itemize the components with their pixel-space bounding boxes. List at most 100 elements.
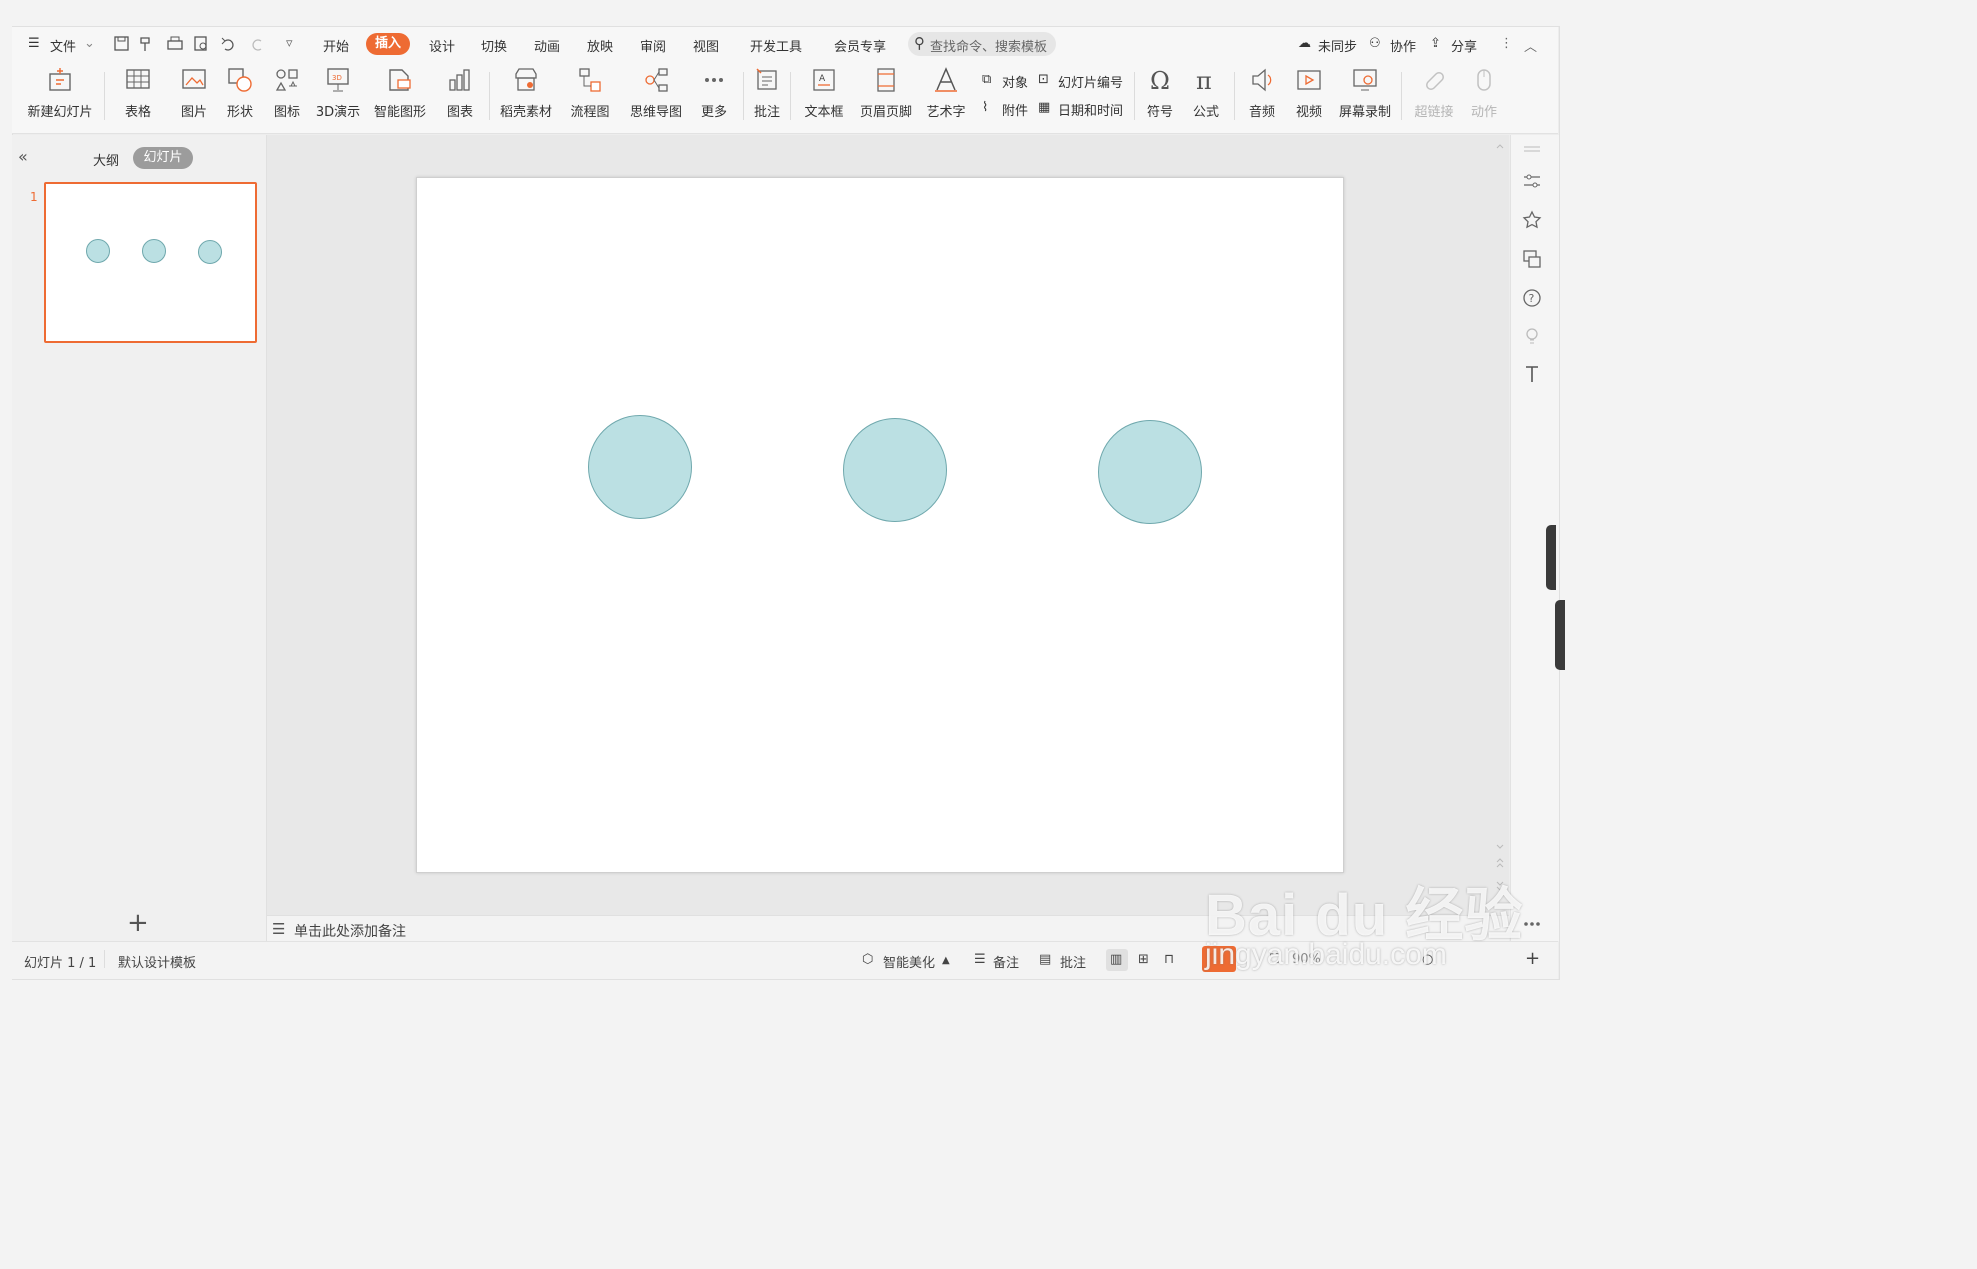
- comments-toggle-button[interactable]: 批注: [1060, 952, 1086, 971]
- floating-widget-handle[interactable]: [1555, 600, 1565, 670]
- collapse-panel-icon[interactable]: «: [18, 147, 28, 166]
- icon-button[interactable]: 图标: [267, 66, 307, 120]
- zoom-in-icon[interactable]: +: [1525, 948, 1540, 969]
- wordart-button[interactable]: 艺术字: [920, 66, 972, 120]
- slide-number-icon[interactable]: ⊡: [1038, 72, 1049, 87]
- insert-object-button[interactable]: 对象: [1002, 72, 1028, 91]
- audio-button[interactable]: 音频: [1242, 66, 1282, 120]
- picture-button[interactable]: 图片: [174, 66, 214, 120]
- flowchart-icon: [579, 68, 601, 92]
- copy-icon[interactable]: [1521, 248, 1543, 270]
- shape-button[interactable]: 形状: [220, 66, 260, 120]
- hamburger-menu-icon[interactable]: ☰: [28, 36, 40, 51]
- more-horizontal-icon[interactable]: [1521, 913, 1543, 935]
- add-slide-button[interactable]: +: [127, 908, 149, 938]
- slide[interactable]: [416, 177, 1344, 873]
- template-name[interactable]: 默认设计模板: [118, 952, 196, 971]
- normal-view-icon[interactable]: ▥: [1110, 952, 1122, 967]
- paperclip-icon[interactable]: ⌇: [982, 100, 988, 115]
- ribbon-separator: [489, 72, 490, 120]
- reading-view-icon[interactable]: ⊓: [1164, 952, 1174, 967]
- star-icon[interactable]: [1521, 209, 1543, 231]
- tab-transition[interactable]: 切换: [481, 36, 507, 55]
- header-footer-button[interactable]: 页眉页脚: [858, 66, 914, 120]
- grid-view-icon[interactable]: ⊞: [1138, 952, 1149, 967]
- header-footer-icon: [877, 68, 895, 92]
- notes-placeholder[interactable]: 单击此处添加备注: [294, 921, 406, 941]
- mindmap-button[interactable]: 思维导图: [624, 66, 688, 120]
- flowchart-button[interactable]: 流程图: [564, 66, 616, 120]
- search-input[interactable]: 查找命令、搜索模板: [930, 36, 1047, 55]
- circle-shape[interactable]: [1098, 420, 1202, 524]
- undo-icon[interactable]: [221, 37, 234, 51]
- ribbon-separator: [104, 72, 105, 120]
- save-icon[interactable]: [114, 36, 129, 51]
- slide-number: 1: [30, 190, 38, 204]
- notes-toggle-icon[interactable]: ☰: [974, 952, 986, 967]
- symbol-button[interactable]: Ω 符号: [1140, 66, 1180, 120]
- more-button[interactable]: 更多: [694, 66, 734, 120]
- textbox-button[interactable]: A 文本框: [798, 66, 850, 120]
- tab-insert[interactable]: 插入: [366, 33, 410, 55]
- chart-button[interactable]: 图表: [440, 66, 480, 120]
- tab-member[interactable]: 会员专享: [834, 36, 886, 55]
- notes-toggle-button[interactable]: 备注: [993, 952, 1019, 971]
- tab-home[interactable]: 开始: [323, 36, 349, 55]
- tab-review[interactable]: 审阅: [640, 36, 666, 55]
- redo-icon[interactable]: [252, 39, 262, 51]
- object-icon[interactable]: ⧉: [982, 72, 991, 87]
- 3d-icon: 3D: [327, 68, 349, 92]
- comment-button[interactable]: 批注: [750, 66, 784, 120]
- file-menu[interactable]: 文件: [50, 36, 76, 55]
- print-icon[interactable]: [167, 36, 183, 50]
- circle-shape[interactable]: [588, 415, 692, 519]
- slide-number-button[interactable]: 幻灯片编号: [1058, 72, 1123, 91]
- table-button[interactable]: 表格: [118, 66, 158, 120]
- tab-slides[interactable]: 幻灯片: [133, 147, 193, 169]
- baidu-watermark-url: jingyan.baidu.com: [1205, 938, 1447, 971]
- share-icon[interactable]: ⇪: [1430, 36, 1441, 51]
- beautify-icon[interactable]: ⬡: [862, 952, 873, 967]
- customize-toolbar-icon[interactable]: ▿: [286, 36, 293, 51]
- tab-view[interactable]: 视图: [693, 36, 719, 55]
- floating-widget-handle[interactable]: [1546, 525, 1556, 590]
- drag-handle-icon[interactable]: [1521, 138, 1543, 160]
- cloud-sync-icon[interactable]: ☁: [1298, 36, 1311, 51]
- smart-art-button[interactable]: 智能图形: [368, 66, 432, 120]
- new-slide-button[interactable]: 新建幻灯片: [22, 66, 98, 120]
- circle-shape[interactable]: [843, 418, 947, 522]
- tab-design[interactable]: 设计: [429, 36, 455, 55]
- settings-sliders-icon[interactable]: [1521, 170, 1543, 192]
- calendar-icon[interactable]: ▦: [1038, 100, 1050, 115]
- more-options-icon[interactable]: ⋮: [1500, 36, 1513, 51]
- comment-toggle-icon[interactable]: ▤: [1039, 952, 1051, 967]
- docer-material-button[interactable]: 稻壳素材: [498, 66, 554, 120]
- sync-status[interactable]: 未同步: [1318, 36, 1357, 55]
- attachment-button[interactable]: 附件: [1002, 100, 1028, 119]
- chevron-down-icon[interactable]: ⌄: [84, 36, 95, 51]
- 3d-demo-button[interactable]: 3D 3D演示: [314, 66, 362, 120]
- tab-outline[interactable]: 大纲: [93, 150, 119, 169]
- help-icon[interactable]: ?: [1521, 287, 1543, 309]
- collab-button[interactable]: 协作: [1390, 36, 1416, 55]
- screen-record-button[interactable]: 屏幕录制: [1336, 66, 1394, 120]
- tab-animation[interactable]: 动画: [534, 36, 560, 55]
- smart-beautify-button[interactable]: 智能美化: [883, 952, 935, 971]
- print-preview-icon[interactable]: [194, 36, 207, 51]
- share-button[interactable]: 分享: [1451, 36, 1477, 55]
- text-format-icon[interactable]: [1521, 363, 1543, 385]
- lightbulb-icon[interactable]: [1521, 325, 1543, 347]
- tab-developer[interactable]: 开发工具: [750, 36, 802, 55]
- datetime-button[interactable]: 日期和时间: [1058, 100, 1123, 119]
- caret-up-icon[interactable]: ▲: [942, 955, 950, 966]
- action-button[interactable]: 动作: [1466, 66, 1502, 120]
- formula-button[interactable]: π 公式: [1186, 66, 1226, 120]
- slide-thumbnail[interactable]: [44, 182, 257, 343]
- tab-slideshow[interactable]: 放映: [587, 36, 613, 55]
- collapse-ribbon-icon[interactable]: ︿: [1524, 36, 1537, 55]
- hyperlink-button[interactable]: 超链接: [1408, 66, 1460, 120]
- user-icon[interactable]: ⚇: [1369, 36, 1381, 51]
- video-button[interactable]: 视频: [1289, 66, 1329, 120]
- vertical-scrollbar[interactable]: [1494, 140, 1506, 910]
- format-painter-icon[interactable]: [140, 37, 150, 51]
